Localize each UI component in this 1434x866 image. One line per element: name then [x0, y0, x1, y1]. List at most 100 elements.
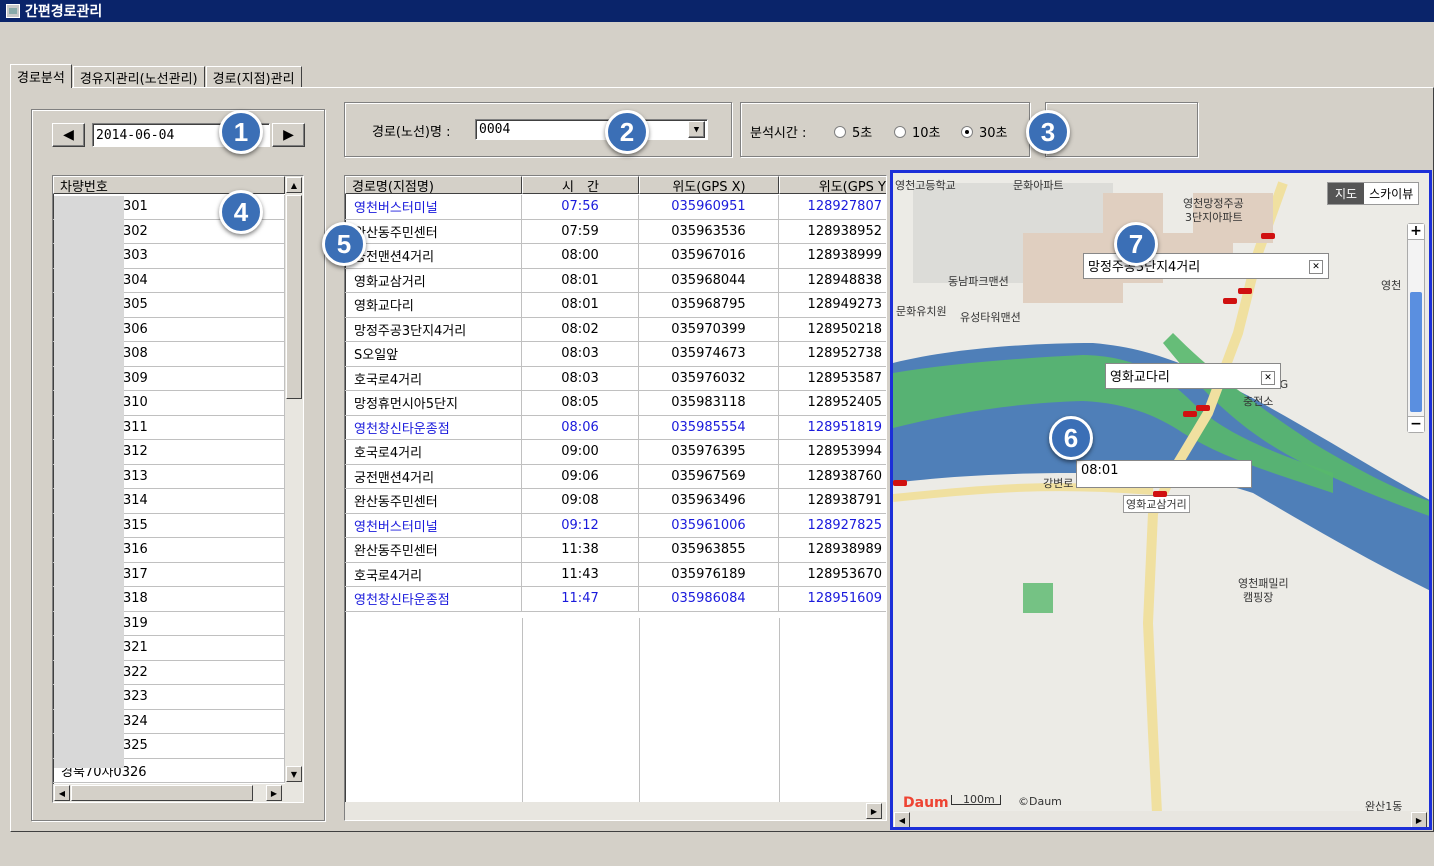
map-label: 3단지아파트: [1185, 211, 1243, 224]
route-hscrollbar[interactable]: ▶: [345, 802, 886, 820]
table-row[interactable]: S오일앞 08:03 035974673 128952738: [345, 342, 886, 367]
route-point-name: 호국로4거리: [345, 562, 522, 587]
annotation-badge-4: 4: [219, 190, 263, 234]
route-point-name: 완산동주민센터: [345, 489, 522, 514]
gps-x: 035985554: [639, 415, 779, 440]
daum-logo: Daum: [903, 795, 949, 811]
vehicle-marker-icon[interactable]: [1238, 288, 1252, 294]
tab-route-point-management[interactable]: 경로(지점)관리: [205, 66, 302, 88]
close-icon[interactable]: ✕: [1261, 371, 1275, 385]
next-date-button[interactable]: ▶: [272, 123, 305, 147]
scroll-right-icon[interactable]: ▶: [866, 803, 882, 819]
tab-waypoint-management[interactable]: 경유지관리(노선관리): [72, 66, 205, 88]
gps-y: 128938989: [779, 538, 886, 563]
scroll-right-icon[interactable]: ▶: [266, 785, 282, 801]
dropdown-arrow-icon[interactable]: ▼: [688, 121, 705, 138]
scroll-thumb[interactable]: [286, 195, 302, 399]
annotation-badge-2: 2: [605, 110, 649, 154]
vehicle-marker-icon[interactable]: [1261, 233, 1275, 239]
table-row[interactable]: 망정주공3단지4거리 08:02 035970399 128950218: [345, 317, 886, 342]
route-select[interactable]: 0004 ▼: [475, 119, 708, 140]
gps-y: 128927807: [779, 195, 886, 220]
gps-y: 128938952: [779, 220, 886, 244]
vehicle-hscrollbar[interactable]: ◀ ▶: [53, 784, 303, 802]
map-view[interactable]: 영천고등학교 문화아파트 영천망정주공 3단지아파트 동남파크맨션 문화유치원 …: [890, 170, 1432, 830]
vehicle-vscrollbar[interactable]: ▲ ▼: [285, 176, 303, 784]
radio-10s[interactable]: 10초: [894, 122, 941, 141]
zoom-out-button[interactable]: −: [1408, 416, 1424, 432]
table-row[interactable]: 영천창신타운종점 08:06 035985554 128951819: [345, 415, 886, 440]
route-time: 08:06: [522, 415, 639, 440]
table-row[interactable]: 망정휴먼시아5단지 08:05 035983118 128952405: [345, 391, 886, 416]
gps-x: 035963536: [639, 219, 779, 244]
gps-x: 035967016: [639, 244, 779, 269]
map-hscrollbar[interactable]: ◀ ▶: [893, 811, 1429, 827]
radio-5s[interactable]: 5초: [834, 122, 872, 141]
scroll-left-icon[interactable]: ◀: [54, 785, 70, 801]
redacted-block: [54, 196, 124, 768]
route-label: 경로(노선)명 :: [372, 125, 451, 140]
close-icon[interactable]: ✕: [1309, 260, 1323, 274]
route-point-name: 영천창신타운종점: [345, 587, 522, 612]
col-header-time[interactable]: 시 간: [522, 176, 639, 195]
table-row[interactable]: 호국로4거리 09:00 035976395 128953994: [345, 440, 886, 465]
map-type-toggle: 지도 스카이뷰: [1327, 182, 1420, 205]
map-view-tab[interactable]: 지도: [1328, 183, 1365, 204]
route-point-name: 호국로4거리: [345, 440, 522, 465]
right-arrow-icon: ▶: [283, 127, 294, 143]
zoom-in-button[interactable]: +: [1408, 224, 1424, 240]
table-row[interactable]: 영천버스터미널 07:56 035960951 128927807: [345, 195, 886, 220]
hscroll-thumb[interactable]: [71, 785, 253, 801]
scale-label: 100m: [963, 793, 995, 806]
annotation-badge-1: 1: [219, 110, 263, 154]
table-row[interactable]: 영화교삼거리 08:01 035968044 128948838: [345, 268, 886, 293]
vehicle-marker-icon[interactable]: [1196, 405, 1210, 411]
table-row[interactable]: 완산동주민센터 09:08 035963496 128938791: [345, 489, 886, 514]
table-row[interactable]: 영화교다리 08:01 035968795 128949273: [345, 293, 886, 318]
map-label: 동남파크맨션: [948, 275, 1009, 288]
route-time: 09:12: [522, 513, 639, 538]
radio-30s[interactable]: 30초: [961, 122, 1008, 141]
vehicle-marker-icon[interactable]: [1183, 411, 1197, 417]
vehicle-marker-icon[interactable]: [893, 480, 907, 486]
table-row[interactable]: 완산동주민센터 11:38 035963855 128938989: [345, 538, 886, 563]
skyview-tab[interactable]: 스카이뷰: [1364, 183, 1419, 204]
gps-y: 128938760: [779, 465, 886, 489]
tab-route-analysis[interactable]: 경로분석: [10, 64, 72, 88]
scroll-down-icon[interactable]: ▼: [286, 766, 302, 782]
vehicle-marker-icon[interactable]: [1153, 491, 1167, 497]
col-header-gps-y[interactable]: 위도(GPS Y: [779, 176, 886, 195]
left-arrow-icon: ◀: [63, 127, 74, 143]
route-time: 11:38: [522, 538, 639, 563]
vehicle-marker-icon[interactable]: [1223, 298, 1237, 304]
map-label: 영천고등학교: [895, 179, 956, 192]
scroll-left-icon[interactable]: ◀: [894, 812, 910, 827]
route-point-name: 영천버스터미널: [345, 513, 522, 538]
table-row[interactable]: 궁전맨션4거리 09:06 035967569 128938760: [345, 464, 886, 489]
gps-x: 035968044: [639, 268, 779, 293]
table-row[interactable]: 영천버스터미널 09:12 035961006 128927825: [345, 513, 886, 538]
table-row[interactable]: 궁전맨션4거리 08:00 035967016 128938999: [345, 244, 886, 269]
gps-y: 128953587: [779, 367, 886, 391]
scroll-up-icon[interactable]: ▲: [286, 177, 302, 193]
zoom-level-bar[interactable]: [1410, 292, 1422, 412]
prev-date-button[interactable]: ◀: [52, 123, 85, 147]
scroll-right-icon[interactable]: ▶: [1411, 812, 1427, 827]
app-icon: [6, 4, 20, 18]
route-time: 09:08: [522, 489, 639, 514]
col-header-name[interactable]: 경로명(지점명): [345, 176, 522, 195]
route-value: 0004: [479, 122, 511, 137]
route-time: 08:02: [522, 317, 639, 342]
col-header-gps-x[interactable]: 위도(GPS X): [639, 176, 779, 195]
table-row[interactable]: 호국로4거리 11:43 035976189 128953670: [345, 562, 886, 587]
table-row[interactable]: 영천창신타운종점 11:47 035986084 128951609: [345, 587, 886, 612]
map-label: 강변로: [1043, 477, 1074, 490]
route-point-name: 완산동주민센터: [345, 219, 522, 244]
gps-y: 128938791: [779, 489, 886, 514]
gps-x: 035976395: [639, 440, 779, 465]
route-time: 09:00: [522, 440, 639, 465]
gps-x: 035986084: [639, 587, 779, 612]
route-table: 경로명(지점명) 시 간 위도(GPS X) 위도(GPS Y 영천버스터미널 0…: [344, 175, 887, 821]
table-row[interactable]: 호국로4거리 08:03 035976032 128953587: [345, 366, 886, 391]
table-row[interactable]: 완산동주민센터 07:59 035963536 128938952: [345, 219, 886, 244]
